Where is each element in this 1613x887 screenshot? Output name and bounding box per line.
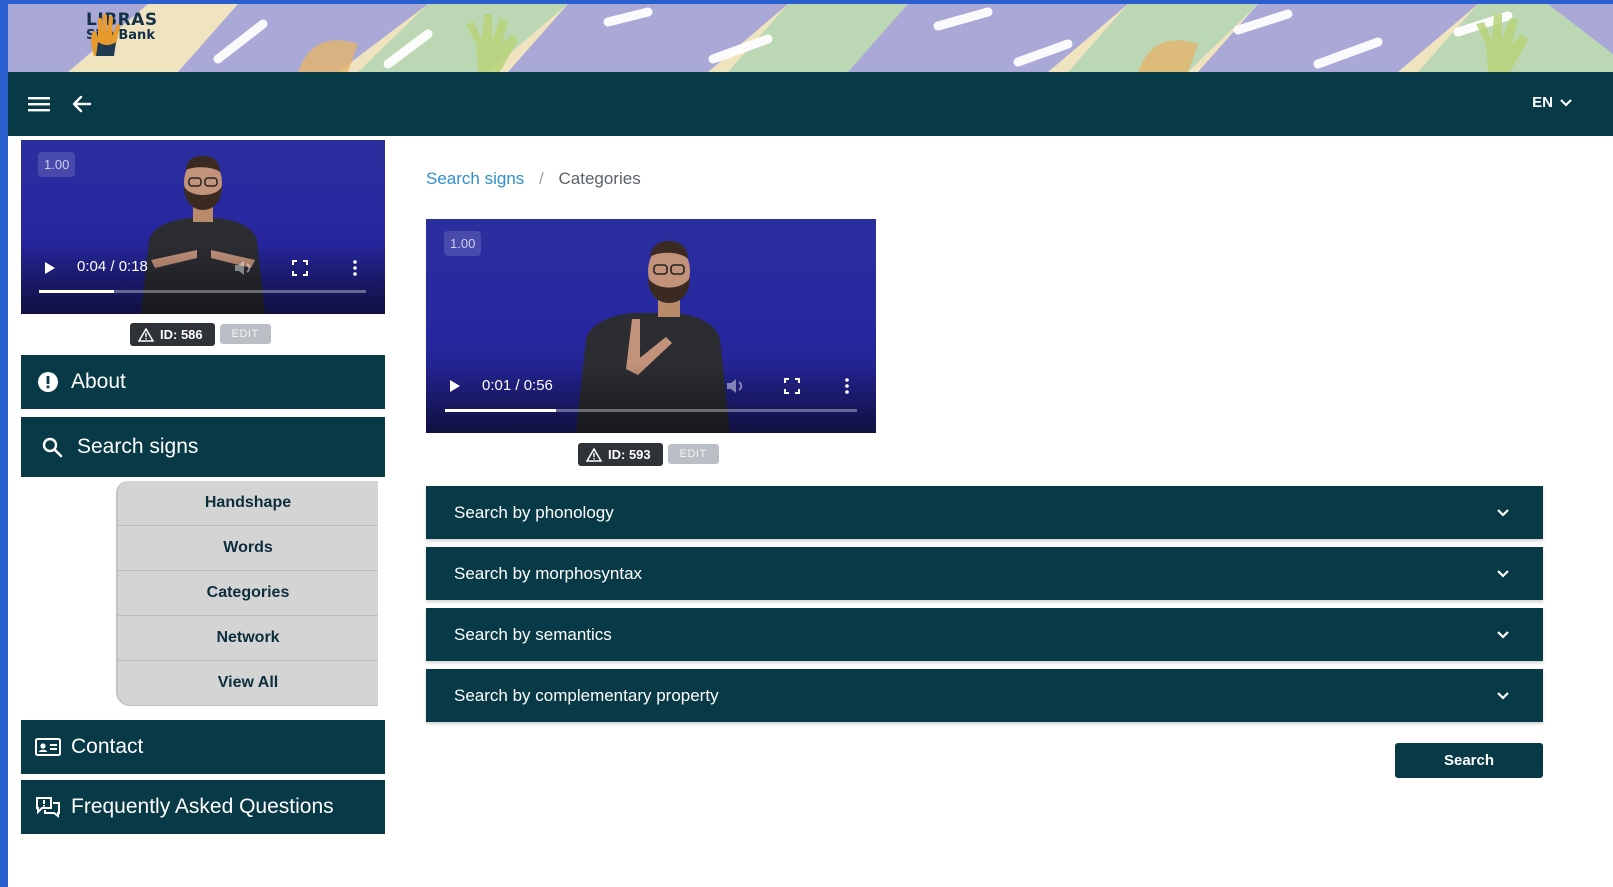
playback-rate-badge[interactable]: 1.00 (444, 231, 482, 256)
sidebar-item-faq[interactable]: Frequently Asked Questions (21, 780, 385, 834)
sidebar-item-search-signs[interactable]: Search signs (21, 417, 385, 477)
chevron-down-icon (1497, 509, 1509, 517)
play-icon[interactable] (448, 378, 462, 394)
chevron-down-icon (1497, 570, 1509, 578)
sign-id-label: ID: 586 (160, 327, 203, 342)
fullscreen-icon[interactable] (292, 260, 308, 276)
sidebar-video-player[interactable]: 1.00 0:04 / 0:18 (21, 140, 385, 314)
contact-card-icon (35, 738, 61, 756)
edit-button[interactable]: EDIT (219, 324, 271, 344)
play-icon[interactable] (43, 260, 57, 276)
sidebar-item-label: About (71, 370, 126, 393)
volume-icon[interactable] (725, 377, 747, 395)
header-banner: LIBRAS SignBank (8, 4, 1613, 72)
search-signs-submenu: Handshape Words Categories Network View … (116, 481, 378, 706)
video-time: 0:01 / 0:56 (482, 377, 553, 394)
accordion-search-by-complementary-property[interactable]: Search by complementary property (426, 669, 1543, 722)
video-progress-fill (39, 290, 115, 293)
more-options-icon[interactable] (844, 377, 850, 395)
accordion-label: Search by semantics (454, 624, 612, 644)
submenu-item-words[interactable]: Words (116, 526, 378, 571)
edit-button[interactable]: EDIT (667, 444, 719, 464)
chevron-down-icon (1497, 631, 1509, 639)
sidebar-item-label: Contact (71, 735, 144, 758)
language-label: EN (1532, 94, 1553, 111)
chevron-down-icon (1560, 98, 1572, 107)
accordion-label: Search by morphosyntax (454, 563, 643, 583)
accordion-label: Search by phonology (454, 502, 614, 522)
sidebar-video-id-bar: ID: 586 EDIT (130, 323, 271, 346)
app-frame: LIBRAS SignBank EN 1.00 0:04 / 0:18 ID: … (8, 4, 1613, 887)
libras-signbank-logo[interactable]: LIBRAS SignBank (86, 12, 158, 56)
accordion-search-by-semantics[interactable]: Search by semantics (426, 608, 1543, 661)
video-progress-bar[interactable] (445, 409, 857, 412)
accordion-label: Search by complementary property (454, 685, 719, 705)
warning-icon (138, 327, 154, 342)
sidebar-item-about[interactable]: About (21, 355, 385, 409)
video-time: 0:04 / 0:18 (77, 258, 148, 275)
breadcrumb-link-search-signs[interactable]: Search signs (426, 169, 524, 188)
sidebar-item-label: Frequently Asked Questions (71, 795, 334, 818)
breadcrumb: Search signs / Categories (426, 169, 641, 189)
video-progress-fill (445, 409, 557, 412)
sign-id-label: ID: 593 (608, 447, 651, 462)
playback-rate-badge[interactable]: 1.00 (38, 152, 76, 177)
breadcrumb-current: Categories (558, 169, 641, 188)
submenu-item-view-all[interactable]: View All (116, 661, 378, 706)
main-video-id-bar: ID: 593 EDIT (578, 443, 719, 466)
sidebar-item-label: Search signs (77, 435, 199, 458)
banner-pattern (8, 4, 1613, 72)
top-navbar: EN (8, 72, 1613, 136)
language-selector[interactable]: EN (1532, 94, 1573, 111)
submenu-item-handshape[interactable]: Handshape (116, 481, 378, 526)
breadcrumb-separator: / (539, 169, 544, 188)
video-progress-bar[interactable] (39, 290, 366, 293)
submenu-item-network[interactable]: Network (116, 616, 378, 661)
hand-logo-icon (91, 13, 121, 56)
faq-chat-icon (36, 797, 60, 818)
back-arrow-icon[interactable] (70, 92, 94, 116)
more-options-icon[interactable] (352, 259, 358, 277)
sign-id-badge[interactable]: ID: 586 (130, 323, 215, 346)
chevron-down-icon (1497, 692, 1509, 700)
volume-icon[interactable] (233, 259, 255, 277)
submenu-item-categories[interactable]: Categories (116, 571, 378, 616)
fullscreen-icon[interactable] (784, 378, 800, 394)
hamburger-menu-icon[interactable] (28, 94, 52, 114)
sidebar-item-contact[interactable]: Contact (21, 720, 385, 774)
warning-icon (586, 447, 602, 462)
controls-shade (21, 244, 385, 314)
search-icon (42, 437, 63, 458)
sign-id-badge[interactable]: ID: 593 (578, 443, 663, 466)
controls-shade (426, 363, 876, 433)
accordion-search-by-morphosyntax[interactable]: Search by morphosyntax (426, 547, 1543, 600)
main-video-player[interactable]: 1.00 0:01 / 0:56 (426, 219, 876, 433)
accordion-search-by-phonology[interactable]: Search by phonology (426, 486, 1543, 539)
info-alert-icon (38, 372, 58, 392)
search-button[interactable]: Search (1395, 743, 1543, 778)
